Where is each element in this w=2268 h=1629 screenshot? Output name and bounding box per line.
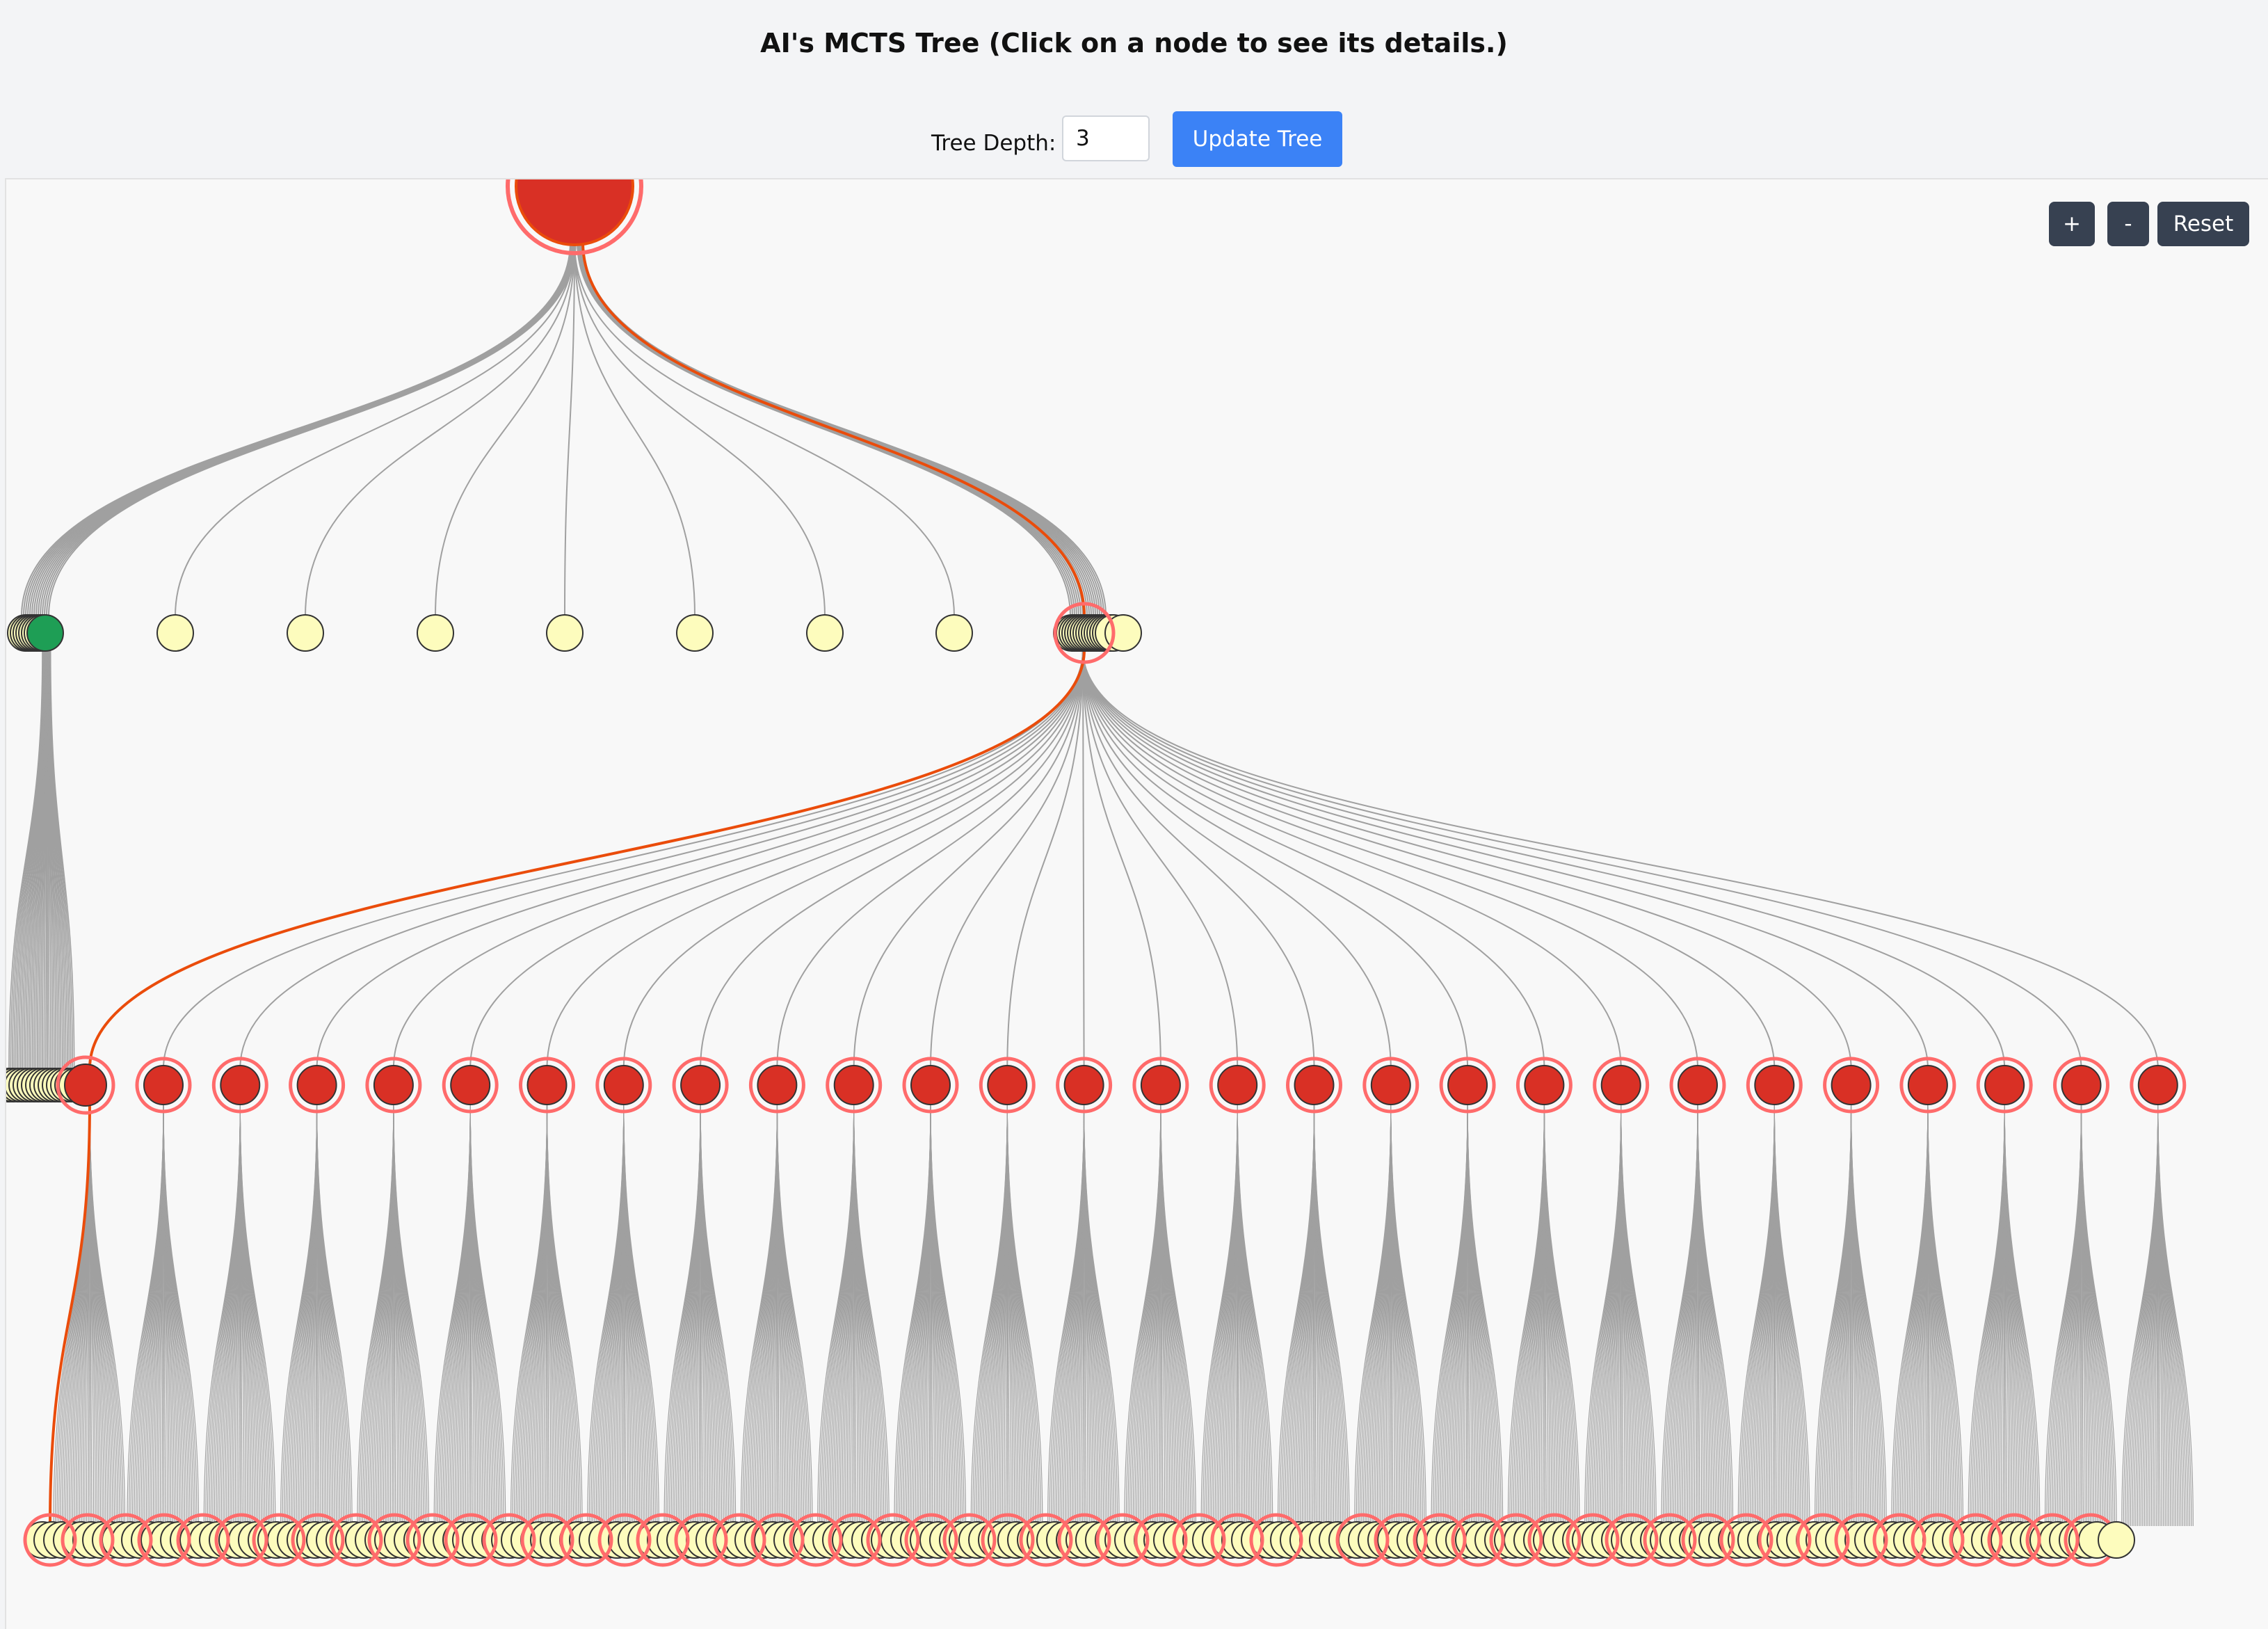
best-path-edge (583, 242, 1084, 616)
tree-edge (777, 650, 1083, 1068)
l2-node[interactable] (1678, 1066, 1717, 1105)
tree-edge (547, 650, 1084, 1068)
l1-node[interactable] (936, 615, 972, 651)
tree-edge (931, 650, 1083, 1068)
l1-node[interactable] (417, 615, 453, 651)
tree-edge (700, 650, 1083, 1068)
l2-node[interactable] (1448, 1066, 1487, 1105)
zoom-in-button[interactable]: + (2049, 202, 2095, 246)
l2-node[interactable] (1985, 1066, 2024, 1105)
tree-canvas[interactable]: + - Reset (5, 178, 2268, 1629)
l2-node[interactable] (604, 1066, 643, 1105)
l2-node[interactable] (2062, 1066, 2101, 1105)
l2-node[interactable] (988, 1066, 1027, 1105)
reset-zoom-button[interactable]: Reset (2157, 202, 2249, 246)
tree-edge (1083, 650, 1698, 1068)
best-path-edge (90, 650, 1084, 1068)
l2-node[interactable] (1832, 1066, 1871, 1105)
l1-node[interactable] (677, 615, 713, 651)
l2-node[interactable] (1908, 1066, 1947, 1105)
tree-edge (240, 650, 1083, 1068)
l2-node[interactable] (1065, 1066, 1104, 1105)
l2-node[interactable] (2139, 1066, 2178, 1105)
l2-node[interactable] (374, 1066, 413, 1105)
tree-edge (1083, 650, 1467, 1068)
l1-node[interactable] (287, 615, 323, 651)
l2-node[interactable] (757, 1066, 796, 1105)
tree-edge (175, 242, 574, 616)
tree-controls: Tree Depth: Update Tree (0, 111, 2268, 167)
leaf-node-last[interactable] (2098, 1522, 2134, 1558)
l2-node[interactable] (528, 1066, 567, 1105)
tree-edge (1083, 650, 1161, 1068)
tree-edge (1083, 650, 2004, 1068)
l2-node[interactable] (1372, 1066, 1410, 1105)
l2-node[interactable] (1525, 1066, 1563, 1105)
l2-node[interactable] (681, 1066, 720, 1105)
l2-node[interactable] (1755, 1066, 1794, 1105)
l1-node[interactable] (807, 615, 843, 651)
l2-best-node[interactable] (65, 1064, 106, 1106)
tree-edge (470, 650, 1083, 1068)
tree-edge (49, 242, 576, 616)
tree-edge (394, 650, 1083, 1068)
mcts-tree-svg[interactable] (6, 179, 2268, 1629)
tree-edge (574, 242, 695, 616)
tree-edge (574, 242, 825, 616)
tree-edge (1083, 650, 1544, 1068)
zoom-out-button[interactable]: - (2107, 202, 2149, 246)
tree-edge (163, 650, 1083, 1068)
tree-edge (584, 242, 1107, 616)
tree-depth-label: Tree Depth: (931, 131, 1056, 156)
tree-edge (1083, 650, 1774, 1068)
tree-edge (574, 242, 954, 616)
l2-node[interactable] (911, 1066, 950, 1105)
l1-best-node[interactable] (27, 615, 63, 651)
l2-node[interactable] (1602, 1066, 1641, 1105)
l2-node[interactable] (144, 1066, 183, 1105)
l2-node[interactable] (1218, 1066, 1257, 1105)
l2-node[interactable] (835, 1066, 874, 1105)
l2-node[interactable] (1295, 1066, 1334, 1105)
tree-edge (624, 650, 1083, 1068)
tree-edge (1083, 650, 1928, 1068)
l2-node[interactable] (220, 1066, 259, 1105)
page-title: AI's MCTS Tree (Click on a node to see i… (0, 28, 2268, 58)
l2-node[interactable] (451, 1066, 490, 1105)
l2-node[interactable] (298, 1066, 337, 1105)
tree-depth-input[interactable] (1062, 115, 1150, 161)
root-node[interactable] (516, 179, 633, 245)
l1-node[interactable] (157, 615, 193, 651)
tree-edge (1083, 650, 1621, 1068)
tree-edge (1083, 650, 1084, 1068)
tree-edges (9, 242, 2193, 1526)
tree-edge (1007, 650, 1083, 1068)
l2-node[interactable] (1141, 1066, 1180, 1105)
l1-node[interactable] (547, 615, 583, 651)
tree-edge (1083, 650, 2158, 1068)
update-tree-button[interactable]: Update Tree (1173, 111, 1342, 167)
tree-edge (1083, 650, 1391, 1068)
